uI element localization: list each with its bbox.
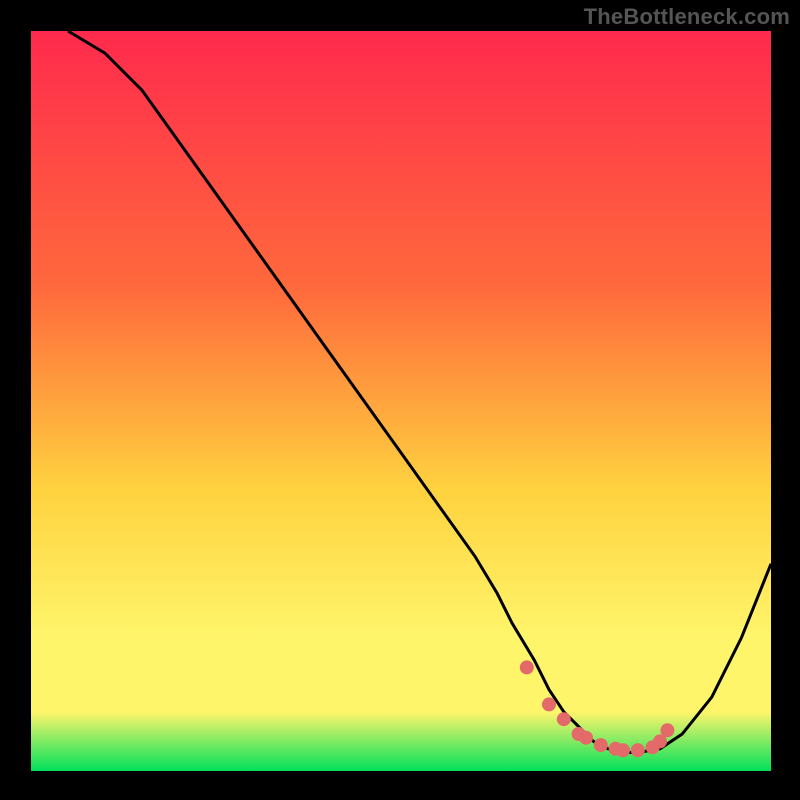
dot-marker <box>557 712 571 726</box>
attribution-text: TheBottleneck.com <box>584 4 790 30</box>
plot-area <box>30 30 772 772</box>
dot-marker <box>520 660 534 674</box>
dot-marker <box>542 697 556 711</box>
dot-marker <box>631 743 645 757</box>
gradient-bg <box>31 31 771 771</box>
chart-card: TheBottleneck.com <box>0 0 800 800</box>
dot-marker <box>616 743 630 757</box>
dot-marker <box>579 731 593 745</box>
chart-svg <box>31 31 771 771</box>
dot-marker <box>660 723 674 737</box>
dot-marker <box>594 738 608 752</box>
